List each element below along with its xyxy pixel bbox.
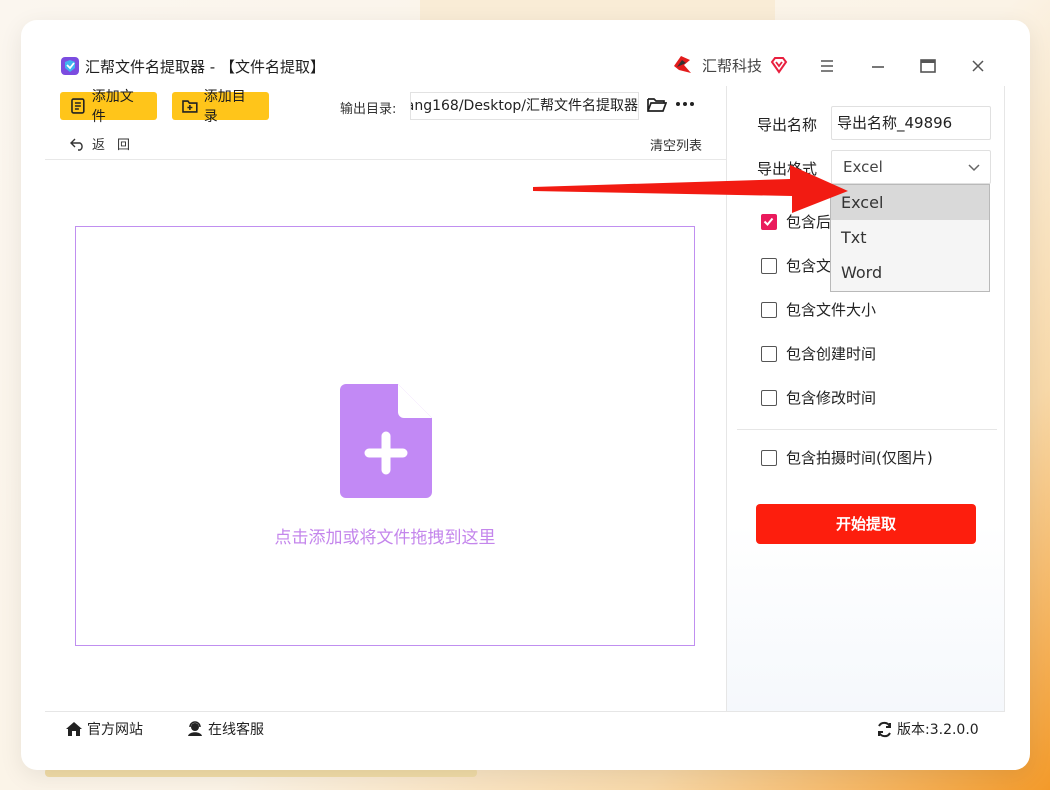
options-divider — [737, 429, 997, 430]
back-button[interactable]: 返回 — [70, 134, 142, 153]
back-label: 返回 — [92, 138, 143, 153]
menu-icon[interactable] — [815, 54, 839, 78]
file-drop-zone[interactable]: 点击添加或将文件拖拽到这里 — [75, 226, 695, 646]
folder-add-icon — [182, 100, 198, 113]
version-info[interactable]: 版本:3.2.0.0 — [876, 719, 979, 739]
checkmark-icon — [763, 217, 774, 226]
more-options-icon[interactable] — [675, 98, 695, 110]
export-name-input[interactable]: 导出名称_49896 — [831, 106, 991, 140]
checkbox[interactable] — [761, 345, 777, 362]
drop-zone-hint: 点击添加或将文件拖拽到这里 — [274, 528, 496, 548]
option-include-modified-time[interactable]: 包含修改时间 — [761, 387, 876, 408]
export-name-label: 导出名称 — [757, 116, 818, 134]
add-file-button[interactable]: 添加文件 — [60, 89, 157, 125]
add-file-label: 添加文件 — [91, 89, 134, 125]
title-bar: 汇帮文件名提取器 - 【文件名提取】 汇帮科技 — [21, 20, 1030, 86]
add-directory-button[interactable]: 添加目录 — [172, 89, 269, 125]
maximize-icon[interactable] — [916, 54, 940, 78]
online-service-label: 在线客服 — [208, 722, 264, 738]
refresh-icon — [878, 721, 891, 737]
checkbox-checked[interactable] — [761, 213, 777, 230]
version-label: 版本:3.2.0.0 — [897, 722, 979, 738]
toolbar-divider — [45, 159, 726, 160]
option-include-shot-time[interactable]: 包含拍摄时间(仅图片) — [761, 447, 933, 468]
file-add-icon — [340, 384, 432, 498]
official-website-label: 官方网站 — [87, 722, 143, 738]
online-service-link[interactable]: 在线客服 — [186, 719, 264, 739]
annotation-arrow-icon — [533, 165, 848, 213]
checkbox[interactable] — [761, 301, 777, 318]
file-list-icon — [71, 98, 85, 114]
option-label: 包含拍摄时间(仅图片) — [786, 449, 933, 467]
app-window: 汇帮文件名提取器 - 【文件名提取】 汇帮科技 添加文件 添加目录 输出目录: … — [21, 20, 1030, 770]
undo-icon — [70, 138, 83, 151]
output-directory-path: ang168/Desktop/汇帮文件名提取器 — [410, 98, 638, 114]
option-label: 包含文件大小 — [786, 301, 877, 319]
output-directory-label: 输出目录: — [340, 102, 397, 117]
option-include-file-path[interactable]: 包含文 — [761, 255, 831, 276]
option-include-file-size[interactable]: 包含文件大小 — [761, 299, 876, 320]
folder-open-icon[interactable] — [647, 96, 667, 114]
customer-service-icon — [188, 721, 202, 736]
checkbox[interactable] — [761, 257, 777, 274]
minimize-icon[interactable] — [866, 54, 890, 78]
official-website-link[interactable]: 官方网站 — [65, 719, 143, 739]
footer-divider — [45, 711, 1005, 712]
app-logo-icon — [61, 57, 79, 75]
brand-name: 汇帮科技 — [702, 57, 763, 75]
format-option-txt[interactable]: Txt — [831, 220, 989, 255]
add-directory-label: 添加目录 — [203, 89, 246, 125]
option-include-created-time[interactable]: 包含创建时间 — [761, 343, 876, 364]
format-option-word[interactable]: Word — [831, 255, 989, 290]
output-directory-field[interactable]: ang168/Desktop/汇帮文件名提取器 — [410, 92, 639, 120]
chevron-down-icon — [968, 164, 980, 172]
option-label: 包含创建时间 — [786, 345, 877, 363]
close-icon[interactable] — [966, 54, 990, 78]
vip-diamond-icon[interactable] — [770, 56, 788, 74]
option-label: 包含文 — [786, 257, 832, 275]
brand-logo-icon — [674, 56, 691, 73]
checkbox[interactable] — [761, 389, 777, 406]
clear-list-button[interactable]: 清空列表 — [650, 135, 702, 154]
home-icon — [66, 722, 82, 736]
checkbox[interactable] — [761, 449, 777, 466]
option-label: 包含修改时间 — [786, 389, 877, 407]
window-title: 汇帮文件名提取器 - 【文件名提取】 — [85, 58, 325, 76]
start-extract-button[interactable]: 开始提取 — [756, 504, 976, 544]
